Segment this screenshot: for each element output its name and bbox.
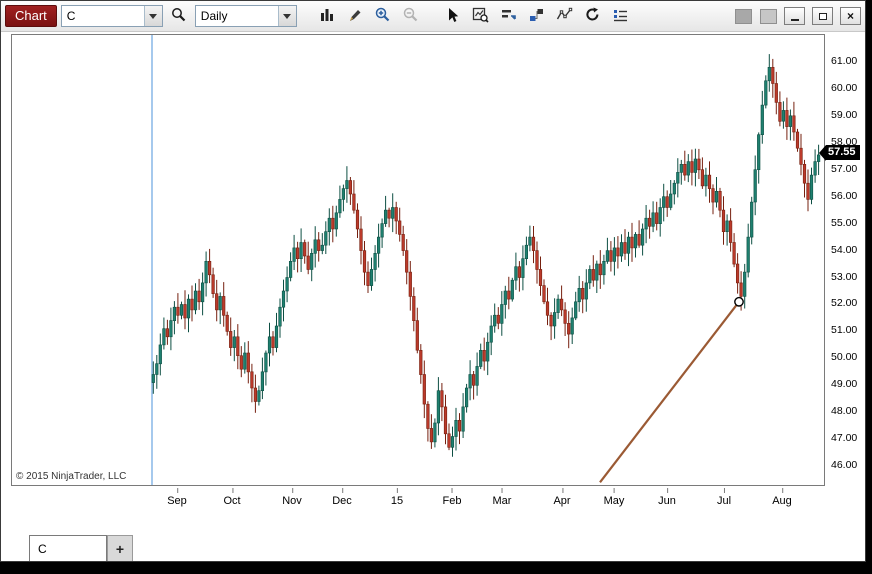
trendline-handle	[734, 296, 744, 307]
tab-c[interactable]: C	[29, 535, 107, 561]
data-box-icon	[472, 6, 489, 26]
zoom-out-button[interactable]	[399, 4, 423, 28]
time-tick-label: 15	[390, 488, 404, 507]
indicators-icon	[556, 7, 573, 26]
price-tick-label: 61.00	[831, 54, 858, 67]
price-tick-label: 53.00	[831, 270, 858, 283]
time-tick-label: Aug	[772, 488, 792, 507]
chart-style-button[interactable]	[315, 4, 339, 28]
chart-trader-icon	[500, 7, 517, 26]
instrument-search-button[interactable]	[167, 4, 191, 28]
reload-button[interactable]	[581, 4, 605, 28]
badge-arrow-icon	[819, 144, 826, 161]
chart-style-icon	[319, 7, 335, 26]
panels-button[interactable]	[525, 4, 549, 28]
drawing-tools-button[interactable]	[343, 4, 367, 28]
tab-label: C	[38, 541, 47, 556]
close-icon: ×	[846, 9, 854, 23]
time-tick-label: Feb	[442, 488, 462, 507]
minimize-icon	[790, 19, 799, 21]
time-axis[interactable]: Sep Oct Nov Dec 15 Feb Mar Apr May Jun Jul Aug	[11, 487, 823, 513]
price-tick-label: 47.00	[831, 432, 858, 445]
price-axis[interactable]: 57.55 61.00 60.00 59.00 58.00 57.00 56.00 55.0…	[819, 34, 872, 486]
instrument-value: C	[66, 9, 76, 23]
time-tick-label: Jul	[716, 488, 732, 507]
price-tick-label: 60.00	[831, 81, 858, 94]
indicators-button[interactable]	[553, 4, 577, 28]
zoom-in-icon	[374, 6, 391, 26]
chart-region: © 2015 NinjaTrader, LLC 57.55 61.00 60.00…	[11, 34, 865, 516]
properties-button[interactable]	[609, 4, 633, 28]
time-tick-label: Nov	[282, 488, 302, 507]
instrument-combo[interactable]: C	[60, 5, 163, 27]
price-tick-label: 58.00	[831, 135, 858, 148]
data-box-button[interactable]	[469, 4, 493, 28]
copyright-text: © 2015 NinjaTrader, LLC	[16, 471, 127, 482]
price-tick-label: 51.00	[831, 324, 858, 337]
panels-icon	[528, 7, 545, 26]
time-tick-label: Oct	[223, 488, 241, 507]
chevron-down-icon[interactable]	[277, 6, 296, 26]
interval-value: Daily	[200, 9, 228, 23]
add-tab-button[interactable]: +	[107, 535, 133, 561]
time-tick-label: Jun	[658, 488, 676, 507]
chart-trader-button[interactable]	[497, 4, 521, 28]
search-icon	[170, 6, 187, 26]
window-title-label: Chart	[5, 5, 57, 27]
minimize-button[interactable]	[784, 7, 805, 25]
price-tick-label: 49.00	[831, 378, 858, 391]
time-tick-label: May	[603, 488, 625, 507]
price-tick-label: 56.00	[831, 189, 858, 202]
gray-square-button-2[interactable]	[760, 8, 777, 24]
zoom-out-icon	[402, 6, 419, 26]
time-tick-label: Dec	[332, 488, 352, 507]
tab-bar: C +	[1, 531, 865, 561]
price-tick-label: 55.00	[831, 216, 858, 229]
zoom-in-button[interactable]	[371, 4, 395, 28]
price-tick-label: 52.00	[831, 297, 858, 310]
price-tick-label: 46.00	[831, 459, 858, 472]
price-tick-label: 50.00	[831, 351, 858, 364]
properties-icon	[612, 7, 629, 26]
toolbar: Chart C Daily ×	[1, 1, 865, 32]
price-tick-label: 59.00	[831, 108, 858, 121]
chart-plot[interactable]: © 2015 NinjaTrader, LLC	[11, 34, 825, 486]
cursor-icon	[445, 7, 461, 26]
candlestick-canvas[interactable]	[12, 35, 824, 485]
price-tick-label: 48.00	[831, 405, 858, 418]
cursor-button[interactable]	[441, 4, 465, 28]
close-button[interactable]: ×	[840, 7, 861, 25]
time-tick-label: Apr	[553, 488, 571, 507]
pencil-icon	[347, 7, 363, 26]
time-tick-label: Sep	[167, 488, 187, 507]
price-tick-label: 57.00	[831, 162, 858, 175]
restore-icon	[818, 12, 827, 20]
gray-square-button-1[interactable]	[735, 8, 752, 24]
price-tick-label: 54.00	[831, 243, 858, 256]
restore-button[interactable]	[812, 7, 833, 25]
time-tick-label: Mar	[492, 488, 512, 507]
chevron-down-icon[interactable]	[143, 6, 162, 26]
reload-icon	[584, 6, 601, 26]
interval-combo[interactable]: Daily	[194, 5, 297, 27]
chart-window: Chart C Daily × © 2015 NinjaTrader, LLC …	[0, 0, 866, 562]
